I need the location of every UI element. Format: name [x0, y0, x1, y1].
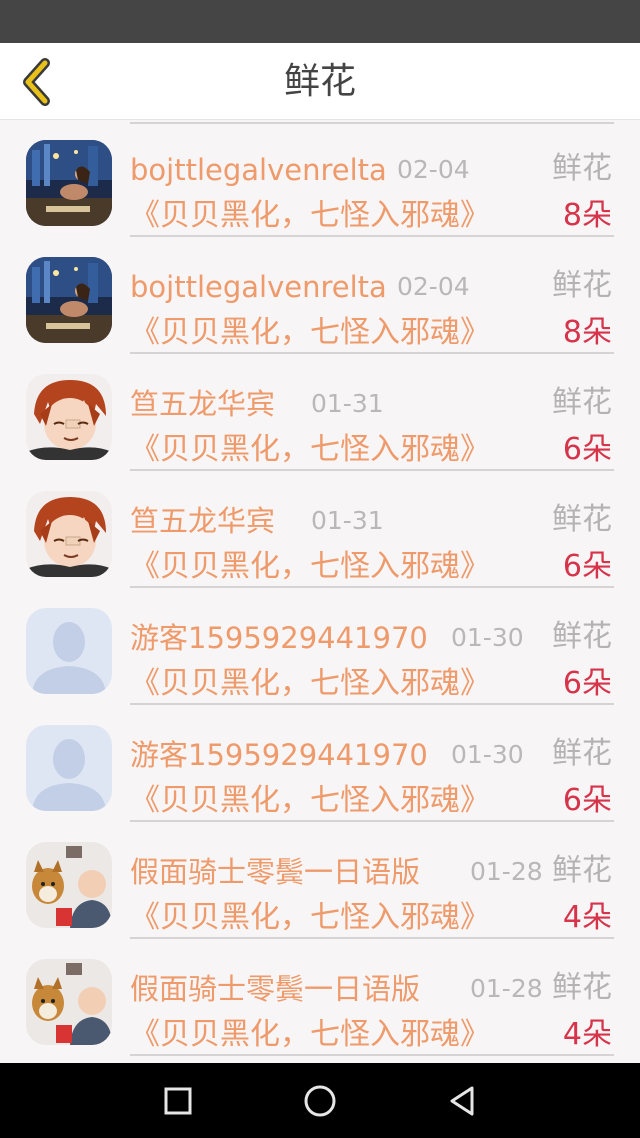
baby-dog-avatar [26, 842, 112, 928]
night-photo-avatar [26, 257, 112, 343]
gift-type: 鲜花 [552, 385, 612, 420]
avatar[interactable] [26, 725, 112, 811]
user-name: 假面骑士零鬓一日语版 [130, 972, 421, 1006]
system-back-button[interactable] [442, 1081, 482, 1121]
list-item[interactable]: 假面骑士零鬓一日语版 01-28 鲜花 《贝贝黑化，七怪入邪魂》 4朵 [0, 822, 640, 939]
user-name: 笪五龙华宾 [130, 504, 276, 538]
gift-type: 鲜花 [552, 736, 612, 771]
gift-type: 鲜花 [552, 619, 612, 654]
list-item[interactable]: bojttlegalvenrelta 02-04 鲜花 《贝贝黑化，七怪入邪魂》… [0, 237, 640, 354]
book-title[interactable]: 《贝贝黑化，七怪入邪魂》 [130, 662, 490, 706]
book-title[interactable]: 《贝贝黑化，七怪入邪魂》 [130, 896, 490, 940]
recent-apps-button[interactable] [158, 1081, 198, 1121]
anime-boy-avatar [26, 491, 112, 577]
book-title[interactable]: 《贝贝黑化，七怪入邪魂》 [130, 545, 490, 589]
page-title: 鲜花 [283, 61, 356, 102]
navigation-bar [0, 1063, 640, 1138]
user-name: 游客1595929441970 [130, 738, 428, 772]
header: 鲜花 [0, 43, 640, 120]
book-title[interactable]: 《贝贝黑化，七怪入邪魂》 [130, 1013, 490, 1057]
flower-count: 4朵 [562, 900, 612, 935]
flower-list[interactable]: bojttlegalvenrelta 02-04 鲜花 《贝贝黑化，七怪入邪魂》… [0, 120, 640, 1063]
triangle-back-icon [450, 1086, 474, 1116]
default-user-avatar [26, 725, 112, 811]
flower-count: 8朵 [562, 198, 612, 233]
night-photo-avatar [26, 140, 112, 226]
divider [130, 1054, 614, 1056]
gift-type: 鲜花 [552, 151, 612, 186]
user-name: bojttlegalvenrelta [130, 153, 387, 187]
default-user-avatar [26, 608, 112, 694]
flower-count: 6朵 [562, 549, 612, 584]
list-item[interactable]: 假面骑士零鬓一日语版 01-28 鲜花 《贝贝黑化，七怪入邪魂》 4朵 [0, 939, 640, 1056]
gift-type: 鲜花 [552, 268, 612, 303]
avatar[interactable] [26, 959, 112, 1045]
list-item[interactable]: 游客1595929441970 01-30 鲜花 《贝贝黑化，七怪入邪魂》 6朵 [0, 588, 640, 705]
anime-boy-avatar [26, 374, 112, 460]
status-bar [0, 0, 640, 43]
baby-dog-avatar [26, 959, 112, 1045]
square-icon [164, 1087, 192, 1115]
date: 02-04 [397, 272, 470, 301]
gift-type: 鲜花 [552, 502, 612, 537]
user-name: bojttlegalvenrelta [130, 270, 387, 304]
flower-count: 6朵 [562, 783, 612, 818]
gift-type: 鲜花 [552, 853, 612, 888]
avatar[interactable] [26, 140, 112, 226]
book-title[interactable]: 《贝贝黑化，七怪入邪魂》 [130, 311, 490, 355]
list-item[interactable]: 游客1595929441970 01-30 鲜花 《贝贝黑化，七怪入邪魂》 6朵 [0, 705, 640, 822]
avatar[interactable] [26, 842, 112, 928]
circle-icon [304, 1085, 336, 1117]
date: 01-31 [311, 389, 384, 418]
book-title[interactable]: 《贝贝黑化，七怪入邪魂》 [130, 428, 490, 472]
gift-type: 鲜花 [552, 970, 612, 1005]
avatar[interactable] [26, 608, 112, 694]
date: 01-28 [470, 857, 543, 886]
flower-count: 4朵 [562, 1017, 612, 1052]
user-name: 笪五龙华宾 [130, 387, 276, 421]
user-name: 游客1595929441970 [130, 621, 428, 655]
flower-count: 6朵 [562, 432, 612, 467]
avatar[interactable] [26, 374, 112, 460]
book-title[interactable]: 《贝贝黑化，七怪入邪魂》 [130, 194, 490, 238]
home-button[interactable] [300, 1081, 340, 1121]
date: 01-30 [451, 623, 524, 652]
avatar[interactable] [26, 257, 112, 343]
date: 01-31 [311, 506, 384, 535]
list-item[interactable]: bojttlegalvenrelta 02-04 鲜花 《贝贝黑化，七怪入邪魂》… [0, 120, 640, 237]
book-title[interactable]: 《贝贝黑化，七怪入邪魂》 [130, 779, 490, 823]
user-name: 假面骑士零鬓一日语版 [130, 855, 421, 889]
flower-count: 8朵 [562, 315, 612, 350]
list-item[interactable]: 笪五龙华宾 01-31 鲜花 《贝贝黑化，七怪入邪魂》 6朵 [0, 354, 640, 471]
avatar[interactable] [26, 491, 112, 577]
date: 01-28 [470, 974, 543, 1003]
list-item[interactable]: 笪五龙华宾 01-31 鲜花 《贝贝黑化，七怪入邪魂》 6朵 [0, 471, 640, 588]
flower-count: 6朵 [562, 666, 612, 701]
date: 01-30 [451, 740, 524, 769]
date: 02-04 [397, 155, 470, 184]
